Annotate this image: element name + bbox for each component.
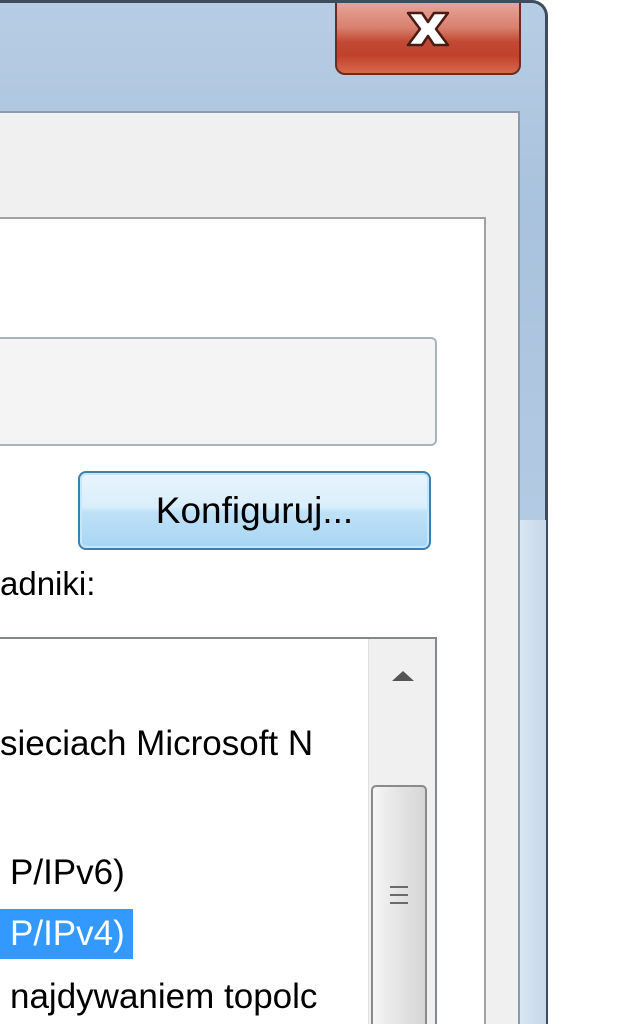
list-item[interactable]: P/IPv6) [0, 848, 125, 898]
list-item-selected[interactable]: P/IPv4) [0, 909, 133, 959]
scroll-up-button[interactable] [369, 639, 436, 719]
list-item[interactable]: sieciach Microsoft N [0, 719, 313, 769]
close-button[interactable] [335, 3, 521, 75]
close-icon [337, 9, 519, 61]
scroll-thumb[interactable] [371, 785, 427, 1024]
components-label: adniki: [0, 565, 96, 602]
adapter-name-field [0, 337, 437, 446]
chevron-up-icon [390, 670, 416, 687]
grip-icon [373, 883, 425, 914]
configure-button[interactable]: Konfiguruj... [78, 471, 431, 550]
network-properties-dialog: Konfiguruj... adniki: sieciach Microsoft… [0, 0, 618, 1024]
components-scrollbar[interactable] [368, 639, 435, 1024]
window-frame-edge [520, 520, 546, 1024]
list-item[interactable]: najdywaniem topolc [0, 972, 368, 1022]
